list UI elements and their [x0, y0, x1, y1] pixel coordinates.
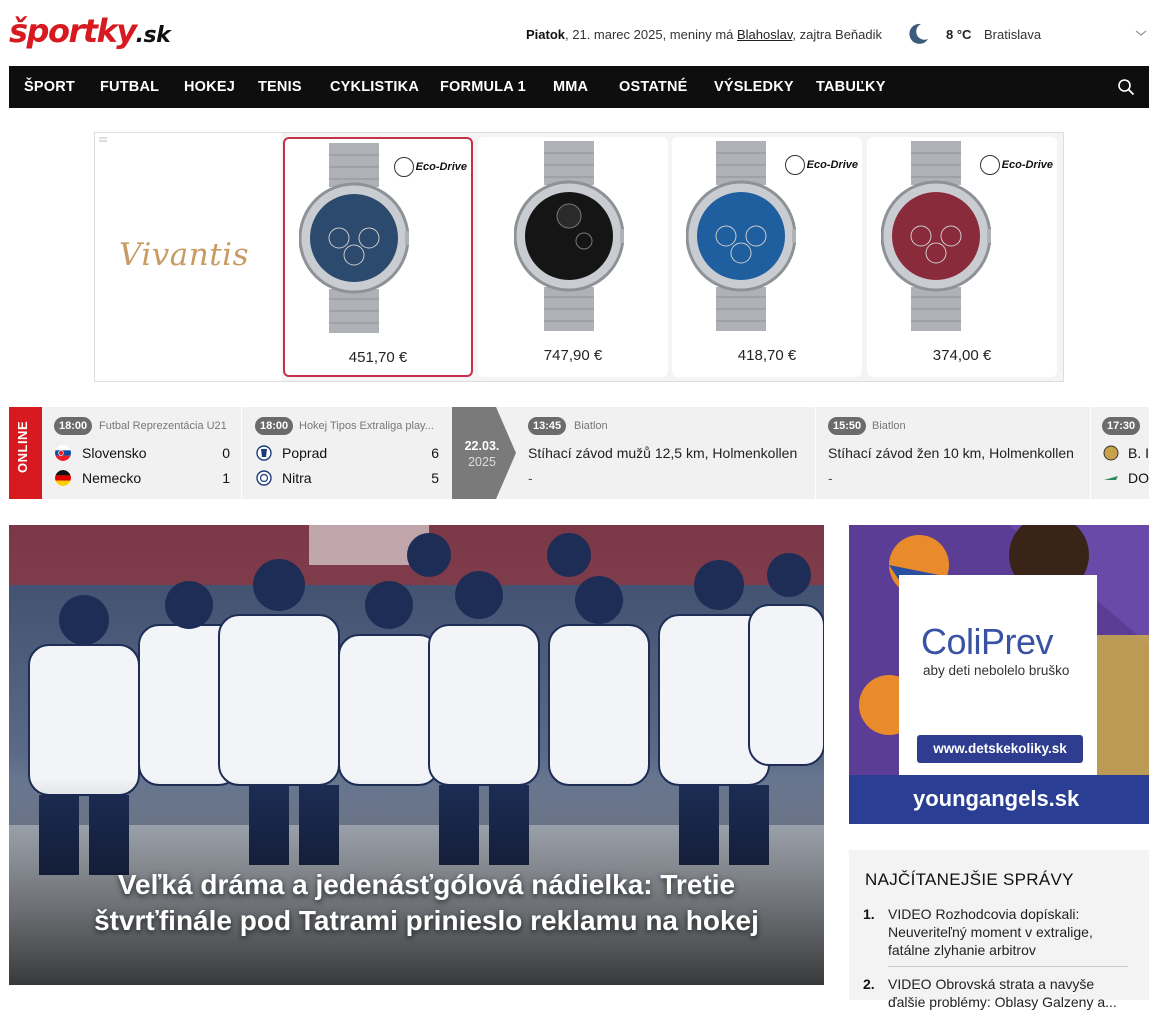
- match-time: 18:00: [54, 417, 93, 435]
- watch-image: [686, 141, 796, 331]
- match-time: 18:00: [255, 417, 294, 435]
- away-score: 1: [222, 470, 230, 486]
- nav-item-tabulky[interactable]: TABUĽKY: [816, 79, 886, 95]
- event-result: -: [528, 470, 533, 486]
- ad-brand-panel[interactable]: Vivantis: [95, 133, 281, 381]
- hero-title[interactable]: Veľká dráma a jedenásťgólová nádielka: T…: [69, 867, 784, 939]
- most-read-number: 2.: [863, 976, 875, 992]
- date-text: , 21. marec 2025, meniny má: [565, 27, 737, 42]
- main-nav: ŠPORT FUTBAL HOKEJ TENIS CYKLISTIKA FORM…: [9, 66, 1149, 108]
- event-card[interactable]: 15:50 Biatlon Stíhací závod žen 10 km, H…: [816, 407, 1091, 499]
- product-card[interactable]: Eco-Drive 418,70 €: [672, 137, 862, 377]
- product-price: 374,00 €: [932, 347, 992, 364]
- most-read-title: NAJČÍTANEJŠIE SPRÁVY: [865, 870, 1074, 889]
- side-ad-footer: youngangels.sk: [849, 775, 1149, 824]
- online-ticker: ONLINE 18:00 Futbal Reprezentácia U21 Sl…: [9, 407, 1149, 499]
- match-card[interactable]: 18:00 Futbal Reprezentácia U21 Slovensko…: [42, 407, 242, 499]
- watch-image: [299, 143, 409, 333]
- most-read-item[interactable]: VIDEO Rozhodcovia dopískali: Neuveriteľn…: [888, 905, 1133, 959]
- product-card[interactable]: Eco-Drive 451,70 €: [283, 137, 473, 377]
- event-time: 15:50: [828, 417, 867, 435]
- eco-drive-badge: Eco-Drive: [979, 155, 1053, 175]
- match-card[interactable]: 18:00 Hokej Tipos Extraliga play... Popr…: [243, 407, 452, 499]
- ad-brand-logo: Vivantis: [119, 237, 249, 273]
- moon-icon: [909, 23, 928, 44]
- away-team: Nemecko: [82, 470, 142, 486]
- home-team: B. I: [1128, 445, 1149, 461]
- ad-menu-icon[interactable]: [99, 137, 107, 143]
- product-card[interactable]: 747,90 €: [478, 137, 668, 377]
- side-ad-brand: ColiPrev: [921, 621, 1054, 662]
- watch-image: [514, 141, 624, 331]
- event-time: 13:45: [528, 417, 567, 435]
- team-crest-icon: [1103, 445, 1119, 461]
- temperature: 8 °C: [946, 27, 972, 42]
- nav-item-ostatne[interactable]: OSTATNÉ: [619, 79, 688, 95]
- poprad-crest-icon: [256, 445, 272, 461]
- divider: [888, 966, 1128, 967]
- event-title: Stíhací závod mužů 12,5 km, Holmenkollen: [528, 445, 798, 461]
- hero-article[interactable]: Veľká dráma a jedenásťgólová nádielka: T…: [9, 525, 824, 985]
- nav-item-tenis[interactable]: TENIS: [258, 79, 302, 95]
- team-crest-icon: [1104, 476, 1118, 480]
- nav-item-vysledky[interactable]: VÝSLEDKY: [714, 79, 794, 95]
- side-ad[interactable]: ColiPrev aby deti nebolelo bruško www.de…: [849, 525, 1149, 824]
- side-ad-url-button[interactable]: www.detskekoliky.sk: [917, 735, 1083, 763]
- eco-drive-badge: Eco-Drive: [393, 157, 467, 177]
- product-card[interactable]: Eco-Drive 374,00 €: [867, 137, 1057, 377]
- event-card[interactable]: 13:45 Biatlon Stíhací závod mužů 12,5 km…: [516, 407, 816, 499]
- match-league: Hokej Tipos Extraliga play...: [299, 420, 434, 432]
- match-time: 17:30: [1102, 417, 1141, 435]
- online-tab[interactable]: ONLINE: [9, 407, 42, 499]
- nav-item-formula-1[interactable]: FORMULA 1: [440, 79, 526, 95]
- nitra-crest-icon: [256, 470, 272, 486]
- home-score: 6: [431, 445, 439, 461]
- side-ad-box: ColiPrev aby deti nebolelo bruško www.de…: [899, 575, 1097, 775]
- event-title: Stíhací závod žen 10 km, Holmenkollen: [828, 445, 1074, 461]
- site-header: športky.sk Piatok, 21. marec 2025, menin…: [0, 0, 1153, 66]
- nav-item-cyklistika[interactable]: CYKLISTIKA: [330, 79, 419, 95]
- product-price: 418,70 €: [737, 347, 797, 364]
- most-read-item[interactable]: VIDEO Obrovská strata a navyše ďalšie pr…: [888, 975, 1133, 1011]
- home-team: Poprad: [282, 445, 328, 461]
- tomorrow-text: , zajtra Beňadik: [792, 27, 883, 42]
- most-read-box: NAJČÍTANEJŠIE SPRÁVY 1. VIDEO Rozhodcovi…: [849, 850, 1149, 1010]
- ad-banner[interactable]: Vivantis Eco-Drive 451,70 € 747,90 € Eco…: [94, 132, 1064, 382]
- date-divider: [452, 407, 516, 499]
- event-result: -: [828, 470, 833, 486]
- divider-year: 2025: [468, 455, 496, 469]
- nav-item-mma[interactable]: MMA: [553, 79, 588, 95]
- search-icon[interactable]: [1117, 78, 1135, 96]
- away-team: DO: [1128, 470, 1149, 486]
- site-logo[interactable]: športky.sk: [9, 12, 171, 50]
- flag-germany-icon: [55, 470, 71, 486]
- product-price: 451,70 €: [348, 349, 408, 366]
- date-line: Piatok, 21. marec 2025, meniny má Blahos…: [526, 27, 882, 42]
- side-ad-footer-text: youngangels.sk: [913, 786, 1080, 811]
- nav-item-sport[interactable]: ŠPORT: [24, 79, 75, 95]
- product-price: 747,90 €: [543, 347, 603, 364]
- watch-image: [881, 141, 991, 331]
- event-sport: Biatlon: [872, 420, 906, 432]
- city-name: Bratislava: [984, 27, 1042, 42]
- event-sport: Biatlon: [574, 420, 608, 432]
- most-read-number: 1.: [863, 906, 875, 922]
- home-team: Slovensko: [82, 445, 147, 461]
- divider-date: 22.03.: [464, 439, 500, 453]
- day-name: Piatok: [526, 27, 566, 42]
- away-score: 5: [431, 470, 439, 486]
- chevron-down-icon[interactable]: [1135, 28, 1147, 38]
- away-team: Nitra: [282, 470, 312, 486]
- nameday-link[interactable]: Blahoslav: [737, 27, 792, 42]
- side-ad-slogan: aby deti nebolelo bruško: [923, 663, 1070, 678]
- match-league: Futbal Reprezentácia U21: [99, 420, 227, 432]
- home-score: 0: [222, 445, 230, 461]
- eco-drive-badge: Eco-Drive: [784, 155, 858, 175]
- nav-item-futbal[interactable]: FUTBAL: [100, 79, 159, 95]
- match-card[interactable]: 17:30 B. I DO: [1092, 407, 1149, 499]
- nav-item-hokej[interactable]: HOKEJ: [184, 79, 235, 95]
- flag-slovakia-icon: [55, 445, 71, 461]
